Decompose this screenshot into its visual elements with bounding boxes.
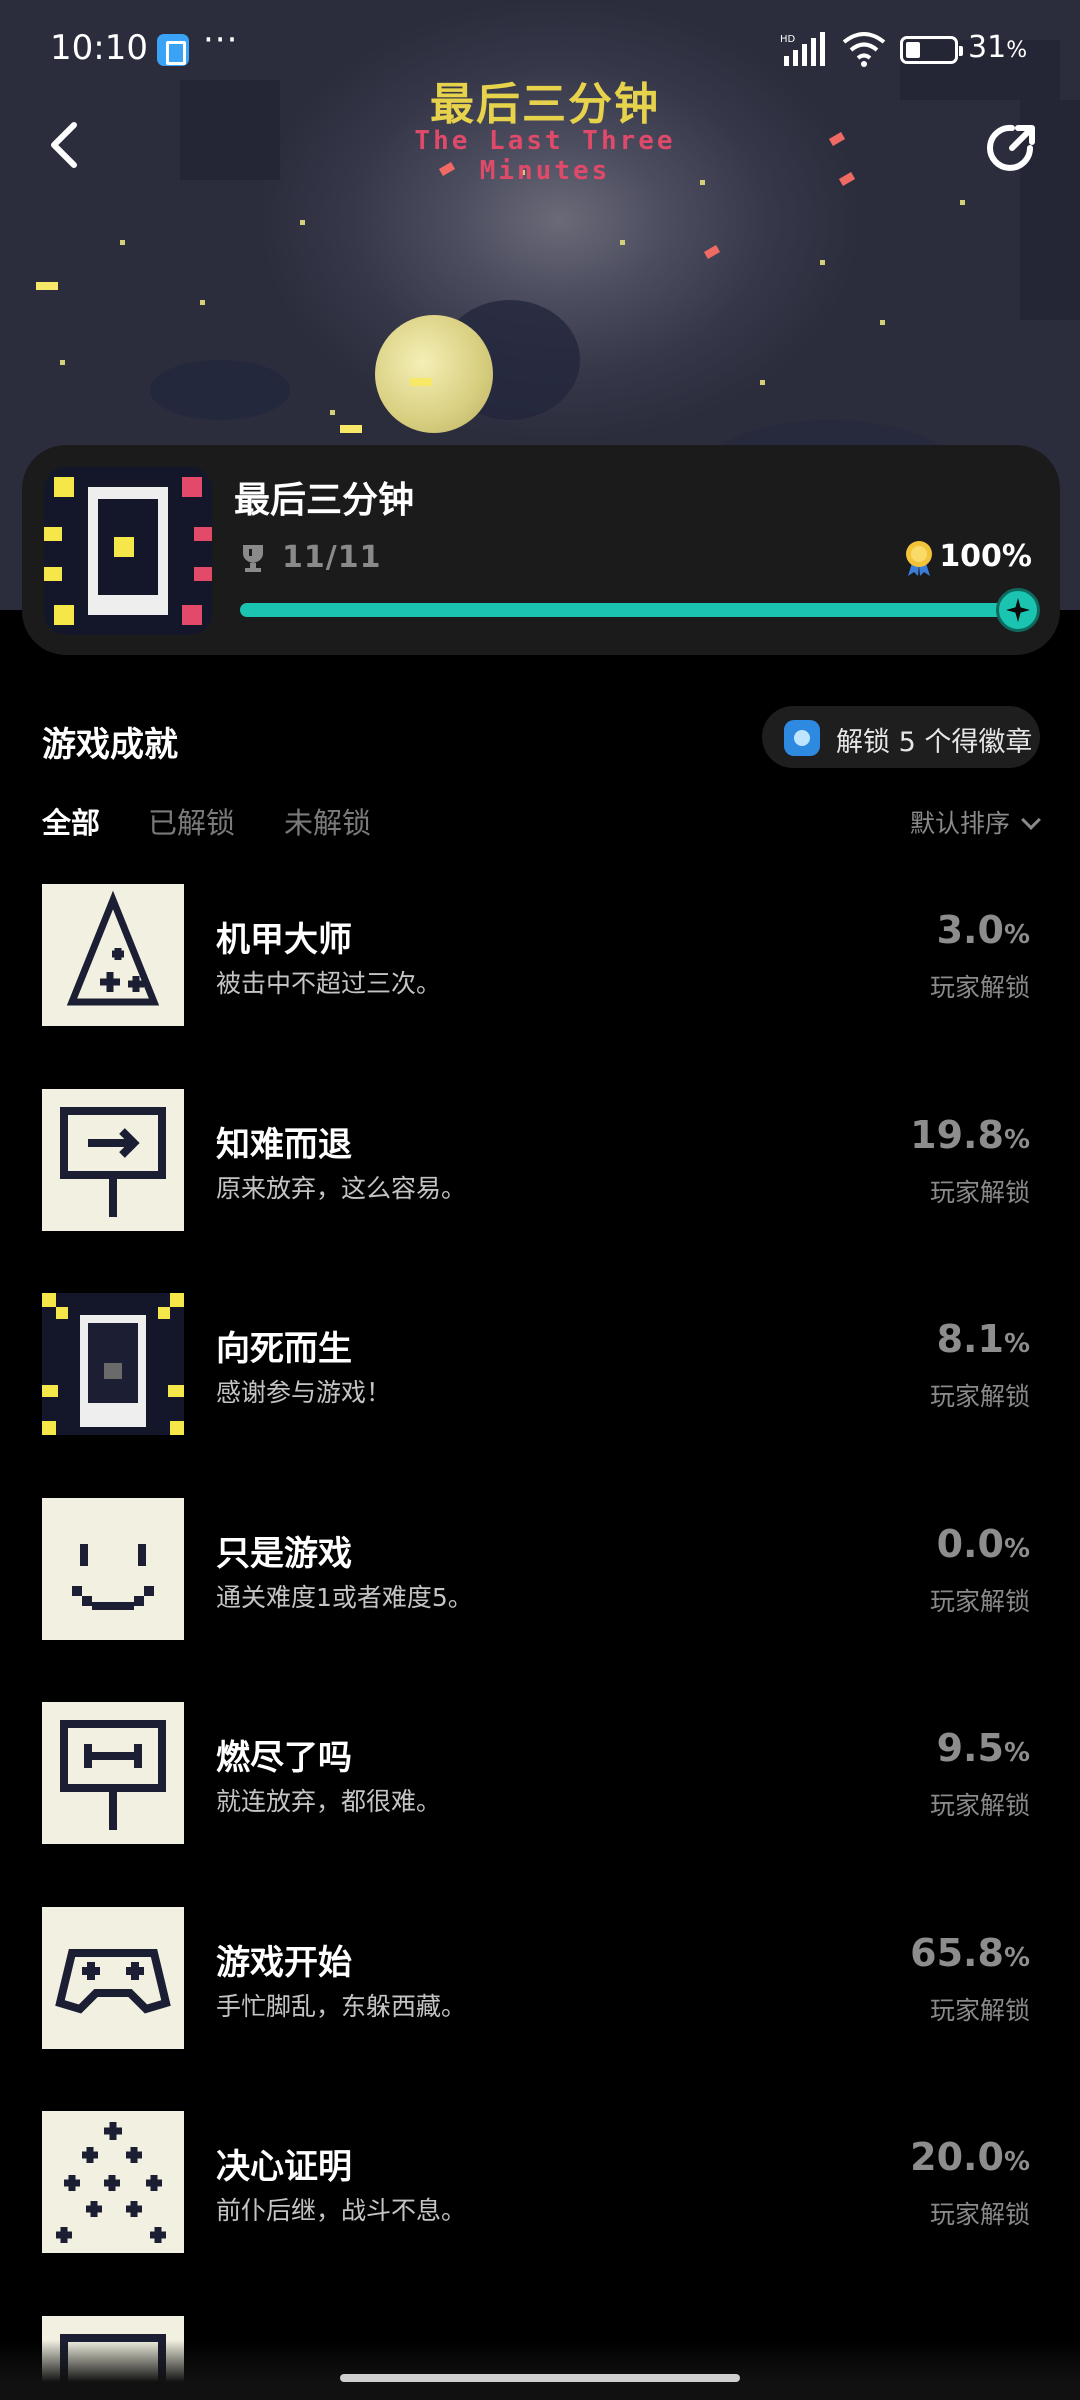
- sparkle-icon: [996, 588, 1040, 632]
- unlock-rate: 8.1%: [936, 1317, 1030, 1361]
- achievement-row[interactable]: 知难而退 原来放弃，这么容易。 19.8% 玩家解锁: [0, 1089, 1080, 1293]
- achievement-description: 原来放弃，这么容易。: [216, 1174, 467, 1203]
- achievement-title: 决心证明: [216, 2147, 352, 2187]
- svg-text:HD: HD: [780, 34, 796, 45]
- gamepad-icon: [42, 1907, 184, 2049]
- achievement-description: 被击中不超过三次。: [216, 969, 442, 998]
- sort-dropdown[interactable]: 默认排序: [909, 804, 1041, 840]
- clock: 10:10: [50, 28, 148, 68]
- achievement-description: 通关难度1或者难度5。: [216, 1583, 473, 1612]
- section-title: 游戏成就: [42, 725, 178, 765]
- more-notifications-icon: ···: [203, 20, 239, 60]
- unlock-rate-label: 玩家解锁: [929, 1996, 1030, 2025]
- battery-percentage: 31%: [968, 30, 1028, 65]
- unlock-rate: 9.5%: [936, 1726, 1030, 1770]
- achievement-description: 前仆后继，战斗不息。: [216, 2196, 467, 2225]
- status-bar: 10:10 ··· HD 31%: [0, 0, 1080, 100]
- achievement-description: 手忙脚乱，东躲西藏。: [216, 1992, 467, 2021]
- achievement-title: 知难而退: [216, 1125, 352, 1165]
- progress-fill: [240, 588, 1040, 632]
- clipboard-notification-icon: [157, 34, 189, 66]
- unlock-rate: 3.0%: [936, 908, 1030, 952]
- badge-icon: [784, 720, 820, 756]
- trophy-icon: [243, 545, 263, 572]
- unlock-rate-label: 玩家解锁: [929, 1382, 1030, 1411]
- tab-locked[interactable]: 未解锁: [284, 800, 371, 842]
- wifi-icon: [842, 32, 886, 67]
- achievement-row[interactable]: 燃尽了吗 就连放弃，都很难。 9.5% 玩家解锁: [0, 1702, 1080, 1906]
- badge-hint-label: 解锁 5 个得徽章: [836, 727, 1033, 758]
- sign-arrow-icon: [42, 1089, 184, 1231]
- achievement-row[interactable]: 机甲大师 被击中不超过三次。 3.0% 玩家解锁: [0, 884, 1080, 1088]
- battery-icon: [900, 36, 963, 64]
- achievement-row[interactable]: 向死而生 感谢参与游戏！ 8.1% 玩家解锁: [0, 1293, 1080, 1497]
- triangle-plus-icon: [42, 884, 184, 1026]
- smiley-icon: [42, 1498, 184, 1640]
- unlock-rate-label: 玩家解锁: [929, 1791, 1030, 1820]
- cloud-shape: [150, 360, 290, 420]
- game-cover-icon: [44, 467, 212, 635]
- chevron-down-icon: [1021, 810, 1041, 830]
- unlock-rate: 0.0%: [936, 1522, 1030, 1566]
- unlock-rate-label: 玩家解锁: [929, 1587, 1030, 1616]
- achievement-title: 向死而生: [216, 1329, 352, 1369]
- badge-hint-button[interactable]: 解锁 5 个得徽章: [762, 706, 1040, 768]
- game-title: 最后三分钟: [234, 480, 415, 521]
- achievement-title: 机甲大师: [216, 920, 352, 960]
- achievement-title: 只是游戏: [216, 1534, 352, 1574]
- tab-all[interactable]: 全部: [42, 800, 100, 842]
- glowing-orb: [375, 315, 493, 433]
- unlock-rate-label: 玩家解锁: [929, 2200, 1030, 2229]
- unlock-rate-label: 玩家解锁: [929, 1178, 1030, 1207]
- unlock-rate: 19.8%: [910, 1113, 1030, 1157]
- many-plus-icon: [42, 2111, 184, 2253]
- game-summary-card[interactable]: 最后三分钟 11/11 100%: [22, 445, 1060, 655]
- achievement-count: 11/11: [282, 540, 382, 575]
- achievement-row[interactable]: 决心证明 前仆后继，战斗不息。 20.0% 玩家解锁: [0, 2111, 1080, 2315]
- tab-unlocked[interactable]: 已解锁: [148, 800, 235, 842]
- unlock-rate: 65.8%: [910, 1931, 1030, 1975]
- unlock-rate-label: 玩家解锁: [929, 973, 1030, 1002]
- sort-label: 默认排序: [909, 809, 1010, 838]
- completion-progress-bar: [240, 588, 1040, 632]
- completion-percentage: 100%: [939, 539, 1032, 574]
- achievement-title: 燃尽了吗: [216, 1738, 352, 1778]
- bottom-fade: [0, 2340, 1080, 2400]
- share-button[interactable]: [982, 118, 1042, 178]
- signal-icon: HD: [780, 32, 825, 66]
- achievement-description: 感谢参与游戏！: [216, 1378, 392, 1407]
- achievement-row[interactable]: 游戏开始 手忙脚乱，东躲西藏。 65.8% 玩家解锁: [0, 1907, 1080, 2111]
- achievement-description: 就连放弃，都很难。: [216, 1787, 442, 1816]
- medal-icon: [906, 541, 932, 576]
- home-indicator[interactable]: [340, 2374, 740, 2382]
- achievement-title: 游戏开始: [216, 1943, 352, 1983]
- back-button[interactable]: [40, 115, 90, 175]
- dark-figure-icon: [42, 1293, 184, 1435]
- unlock-rate: 20.0%: [910, 2135, 1030, 2179]
- achievement-row[interactable]: 只是游戏 通关难度1或者难度5。 0.0% 玩家解锁: [0, 1498, 1080, 1702]
- sign-dumbbell-icon: [42, 1702, 184, 1844]
